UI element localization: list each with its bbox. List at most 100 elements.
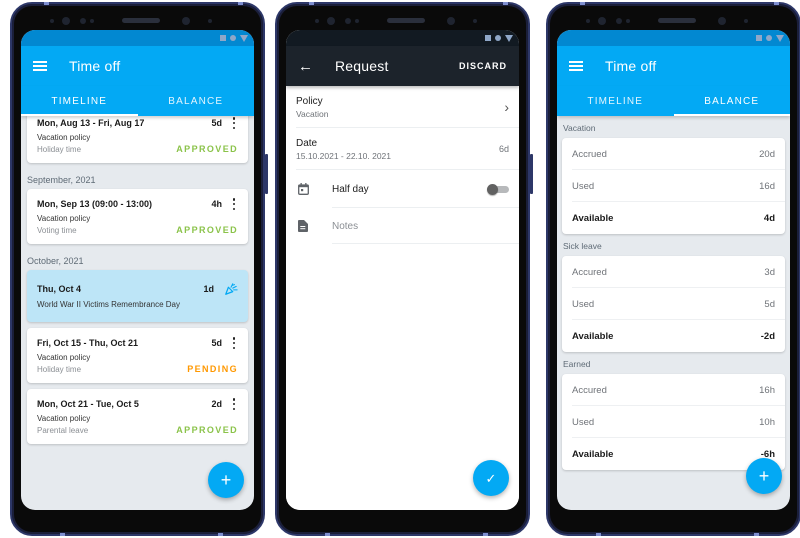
chevron-right-icon: › <box>504 99 509 115</box>
section-title: Sick leave <box>563 241 602 251</box>
circle-icon <box>495 35 501 41</box>
tab-bar: TIMELINE BALANCE <box>21 86 254 116</box>
page-title: Time off <box>605 58 657 74</box>
status-bar <box>557 30 790 46</box>
balance-row-total: Available 4d <box>562 202 785 234</box>
balance-card-vacation: Accrued 20d Used 16d Available 4d <box>562 138 785 234</box>
balance-card-earned: Accured 16h Used 10h Available -6h <box>562 374 785 470</box>
phone-sensors <box>277 16 528 26</box>
half-day-label: Half day <box>332 183 369 195</box>
tab-balance[interactable]: BALANCE <box>138 86 255 116</box>
party-popper-icon <box>225 283 238 295</box>
add-button[interactable]: + <box>208 462 244 498</box>
tab-timeline[interactable]: TIMELINE <box>21 86 138 116</box>
more-options-icon[interactable] <box>230 337 238 349</box>
balance-row: Accrued 20d <box>562 138 785 170</box>
timeoff-card[interactable]: Fri, Oct 15 - Thu, Oct 21 5d Vacation po… <box>27 328 248 383</box>
balance-row: Accured 3d <box>562 256 785 288</box>
more-options-icon[interactable] <box>230 398 238 410</box>
document-icon <box>296 220 310 232</box>
half-day-toggle[interactable] <box>487 184 509 195</box>
balance-label: Accrued <box>572 148 607 160</box>
phone-sensors <box>548 16 799 26</box>
holiday-card[interactable]: Thu, Oct 4 1d World War II Victims Remem… <box>27 270 248 322</box>
date-field[interactable]: Date 15.10.2021 - 22.10. 2021 6d <box>286 128 519 170</box>
date-range: Mon, Sep 13 (09:00 - 13:00) <box>37 199 153 209</box>
duration: 5d <box>211 338 222 348</box>
confirm-button[interactable]: ✓ <box>473 460 509 496</box>
balance-value: 16h <box>759 384 775 396</box>
discard-button[interactable]: DISCARD <box>459 61 507 71</box>
circle-icon <box>766 35 772 41</box>
timeoff-card[interactable]: Mon, Aug 13 - Fri, Aug 17 5d Vacation po… <box>27 116 248 163</box>
date-value: 15.10.2021 - 22.10. 2021 <box>296 150 391 161</box>
date-label: Date <box>296 137 318 149</box>
add-button[interactable]: + <box>746 458 782 494</box>
duration: 5d <box>211 118 222 128</box>
balance-list[interactable]: Vacation Accrued 20d Used 16d Available 4d … <box>557 116 790 510</box>
back-arrow-icon[interactable]: ← <box>298 58 313 75</box>
status-bar <box>286 30 519 46</box>
date-range: Mon, Aug 13 - Fri, Aug 17 <box>37 118 145 128</box>
balance-row: Used 16d <box>562 170 785 202</box>
section-title: Vacation <box>563 123 596 133</box>
balance-label: Available <box>572 448 614 460</box>
status-badge: APPROVED <box>176 225 238 235</box>
app-bar: Time off <box>557 46 790 86</box>
policy: Vacation policy <box>37 133 91 142</box>
side-button <box>530 154 533 194</box>
menu-icon[interactable] <box>33 61 47 71</box>
circle-icon <box>230 35 236 41</box>
phone-sensors <box>12 16 263 26</box>
month-header: October, 2021 <box>27 256 84 266</box>
more-options-icon[interactable] <box>230 198 238 210</box>
month-header: September, 2021 <box>27 175 96 185</box>
square-icon <box>756 35 762 41</box>
balance-label: Available <box>572 212 614 224</box>
more-options-icon[interactable] <box>230 117 238 129</box>
phone-balance: Time off TIMELINE BALANCE Vacation Accru… <box>546 2 800 536</box>
menu-icon[interactable] <box>569 61 583 71</box>
timeline-list[interactable]: Mon, Aug 13 - Fri, Aug 17 5d Vacation po… <box>21 116 254 510</box>
signal-icon <box>505 34 513 42</box>
app-bar: ← Request DISCARD <box>286 46 519 86</box>
phone-timeline: Time off TIMELINE BALANCE Mon, Aug 13 - … <box>10 2 268 536</box>
balance-label: Used <box>572 416 595 428</box>
square-icon <box>220 35 226 41</box>
notes-input[interactable]: Notes <box>332 221 358 232</box>
timeoff-card[interactable]: Mon, Sep 13 (09:00 - 13:00) 4h Vacation … <box>27 189 248 244</box>
balance-label: Accured <box>572 266 607 278</box>
balance-row: Accured 16h <box>562 374 785 406</box>
signal-icon <box>240 34 248 42</box>
date-range: Fri, Oct 15 - Thu, Oct 21 <box>37 338 139 348</box>
holiday-name: World War II Victims Remembrance Day <box>37 300 180 309</box>
balance-value: 3d <box>764 266 775 278</box>
balance-label: Accured <box>572 384 607 396</box>
policy: Vacation policy <box>37 414 91 423</box>
timeoff-card[interactable]: Mon, Oct 21 - Tue, Oct 5 2d Vacation pol… <box>27 389 248 444</box>
duration: 4h <box>211 199 222 209</box>
tab-balance[interactable]: BALANCE <box>673 86 791 116</box>
subtype: Holiday time <box>37 144 82 154</box>
balance-value: 5d <box>764 298 775 310</box>
subtype: Parental leave <box>37 425 89 435</box>
page-title: Time off <box>69 58 121 74</box>
tab-timeline[interactable]: TIMELINE <box>557 86 674 116</box>
balance-value: 10h <box>759 416 775 428</box>
subtype: Voting time <box>37 225 77 235</box>
balance-label: Available <box>572 330 614 342</box>
tab-bar: TIMELINE BALANCE <box>557 86 790 116</box>
signal-icon <box>776 34 784 42</box>
policy-field[interactable]: Policy Vacation › <box>286 86 519 128</box>
half-day-row[interactable]: Half day <box>286 170 519 208</box>
phone-request: ← Request DISCARD Policy Vacation › Date… <box>275 2 533 536</box>
side-button <box>265 154 268 194</box>
square-icon <box>485 35 491 41</box>
notes-row[interactable]: Notes <box>286 208 519 244</box>
subtype: Holiday time <box>37 364 82 374</box>
date-range: Mon, Oct 21 - Tue, Oct 5 <box>37 399 139 409</box>
screen-request: ← Request DISCARD Policy Vacation › Date… <box>286 30 519 510</box>
balance-card-sick-leave: Accured 3d Used 5d Available -2d <box>562 256 785 352</box>
balance-value: 20d <box>759 148 775 160</box>
balance-label: Used <box>572 298 595 310</box>
